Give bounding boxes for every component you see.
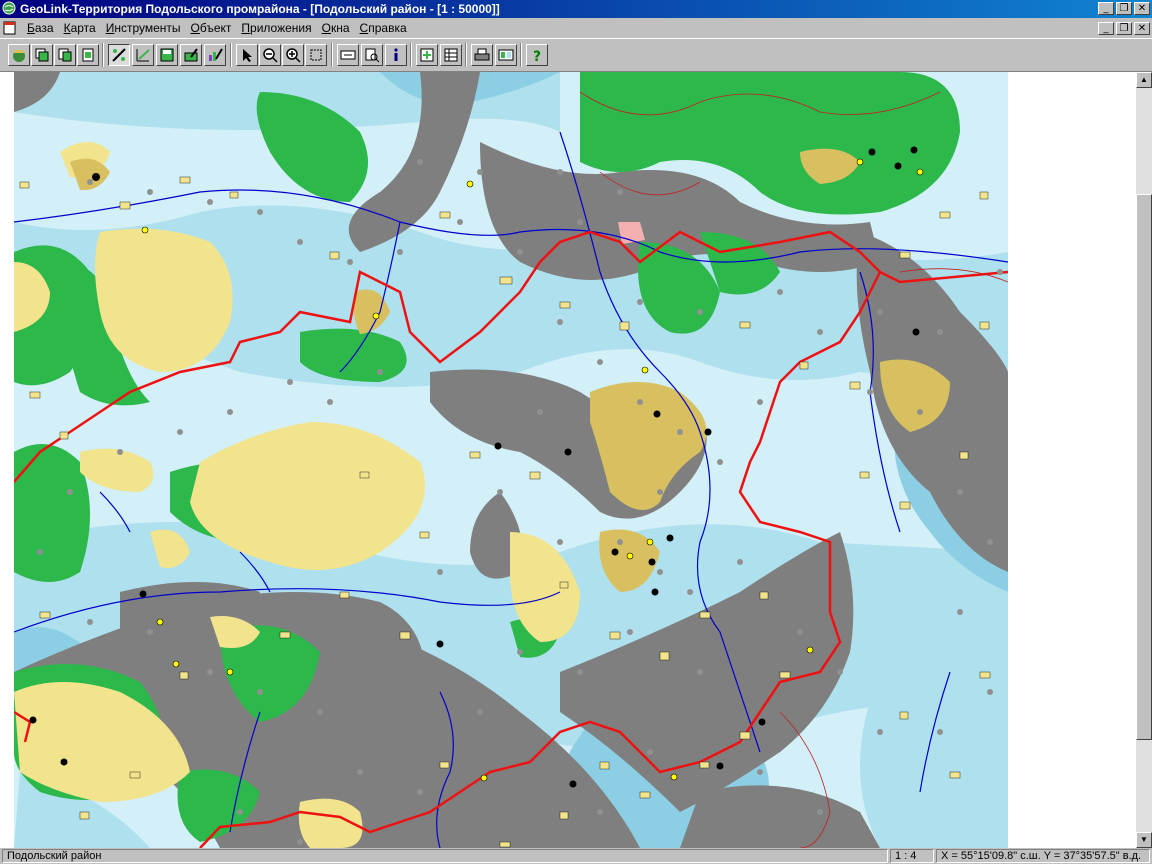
edit-chart-icon [136,49,150,62]
copy-map-button[interactable] [54,44,76,66]
toolbar-separator [520,43,522,67]
page-icon [82,48,94,62]
scroll-thumb[interactable] [1136,194,1152,740]
zoom-in-icon [286,48,301,63]
document-icon[interactable] [3,21,17,35]
toolbar-separator [230,43,232,67]
print-button[interactable] [471,44,493,66]
edit-layer-button[interactable] [132,44,154,66]
menu-instrumenty[interactable]: Инструменты [101,21,186,35]
zoom-out-button[interactable] [259,44,281,66]
scroll-down-button[interactable]: ▼ [1136,832,1152,848]
sparkle-pen-icon [112,48,126,62]
label-icon [340,50,356,60]
copy-icon [58,48,72,62]
label-button[interactable] [337,44,359,66]
menu-baza[interactable]: База [22,21,59,35]
page-button[interactable] [77,44,99,66]
save-icon [160,48,174,62]
zoom-box-icon [310,49,322,61]
main-toolbar: ? [0,38,1152,72]
zoom-box-button[interactable] [305,44,327,66]
mdi-restore-button[interactable]: ❐ [1116,22,1132,35]
toolbar-separator [102,43,104,67]
restore-button[interactable]: ❐ [1116,2,1132,15]
mdi-minimize-button[interactable]: _ [1098,22,1114,35]
window-title: GeoLink-Территория Подольского промрайон… [20,2,500,16]
map-margin-left [0,72,14,848]
map-view[interactable] [0,72,1136,848]
menu-obekt[interactable]: Объект [186,21,237,35]
menu-karta[interactable]: Карта [59,21,101,35]
layer-props-button[interactable] [180,44,202,66]
svg-text:?: ? [533,49,541,63]
arrow-cursor-icon [243,49,252,62]
globe-open-icon [13,50,25,62]
help-button[interactable]: ? [526,44,548,66]
table-button[interactable] [440,44,462,66]
map-margin-right [1008,72,1136,848]
add-object-button[interactable] [416,44,438,66]
vertical-scrollbar[interactable]: ▲ ▼ [1136,72,1152,848]
menu-bar: База Карта Инструменты Объект Приложения… [0,18,1152,38]
add-object-icon [420,48,434,62]
status-bar: Подольский район 1 : 4 X = 55°15'09.8" с… [0,848,1152,864]
find-object-icon [365,48,380,63]
map-canvas[interactable] [0,72,1136,848]
globe-app-icon [2,1,16,15]
save-layer-button[interactable] [156,44,178,66]
export-icon [498,49,514,61]
chart-pen-icon [209,48,223,61]
window-titlebar[interactable]: GeoLink-Территория Подольского промрайон… [0,0,1152,18]
status-coordinates: X = 55°15'09.8" с.ш. Y = 37°35'57.5" в.д… [936,849,1150,863]
find-button[interactable] [361,44,383,66]
table-icon [444,48,458,62]
select-arrow-button[interactable] [236,44,258,66]
menu-spravka[interactable]: Справка [355,21,412,35]
layers-button[interactable] [31,44,53,66]
open-map-button[interactable] [8,44,30,66]
toolbar-separator [331,43,333,67]
chart-layer-button[interactable] [204,44,226,66]
info-icon [394,48,398,61]
scroll-up-button[interactable]: ▲ [1136,72,1152,88]
menu-prilozheniya[interactable]: Приложения [236,21,316,35]
toolbar-separator [465,43,467,67]
status-district: Подольский район [2,849,888,863]
toolbar-separator [410,43,412,67]
layer-edit-icon [184,48,198,62]
close-button[interactable]: ✕ [1134,2,1150,15]
minimize-button[interactable]: _ [1098,2,1114,15]
printer-icon [474,48,490,61]
layers-icon [35,48,49,62]
zoom-in-button[interactable] [282,44,304,66]
mdi-close-button[interactable]: ✕ [1134,22,1150,35]
legend-button[interactable] [108,44,130,66]
info-button[interactable] [385,44,407,66]
status-scale: 1 : 4 [890,849,934,863]
help-question-icon: ? [533,49,541,63]
zoom-out-icon [263,48,278,63]
menu-okna[interactable]: Окна [317,21,355,35]
export-button[interactable] [495,44,517,66]
